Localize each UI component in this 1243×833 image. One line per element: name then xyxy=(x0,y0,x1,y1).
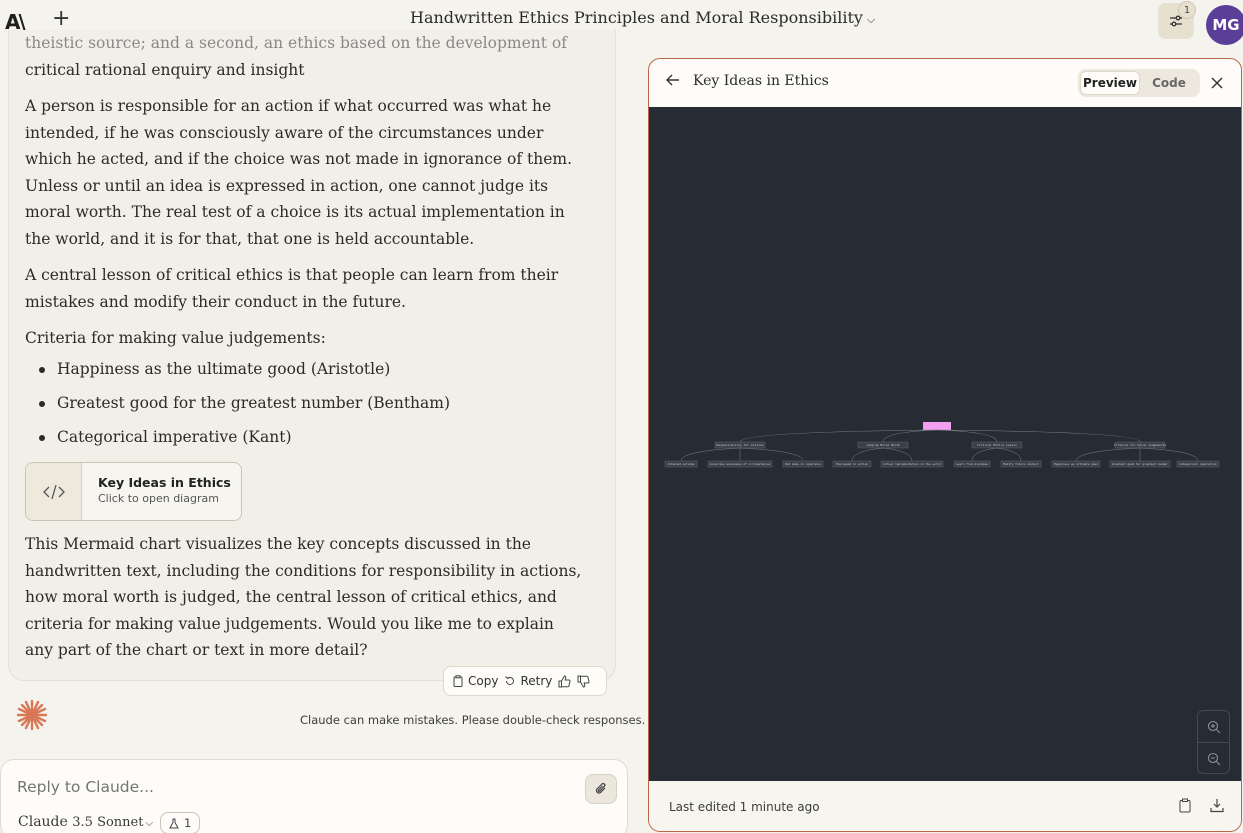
chevron-down-icon: ⌵ xyxy=(145,818,154,829)
leaf-label: Intended outcome xyxy=(668,462,695,466)
assistant-response: theistic source; and a second, an ethics… xyxy=(25,30,585,458)
thumbs-up-button[interactable] xyxy=(558,674,571,688)
edge xyxy=(996,447,1022,462)
list-item: Greatest good for the greatest number (B… xyxy=(25,390,585,417)
settings-count-badge: 1 xyxy=(1178,1,1196,19)
thumbs-up-icon xyxy=(558,674,571,687)
style-chip[interactable]: 1 xyxy=(160,812,201,833)
artifact-name: Key Ideas in Ethics xyxy=(98,475,231,490)
copy-artifact-button[interactable] xyxy=(1178,798,1192,817)
leaf-label: Happiness as ultimate good xyxy=(1054,462,1098,466)
paperclip-icon xyxy=(595,782,606,794)
list-item: Happiness as the ultimate good (Aristotl… xyxy=(25,356,585,383)
model-selector[interactable]: Claude 3.5 Sonnet ⌵ xyxy=(18,814,153,830)
user-avatar[interactable]: MG xyxy=(1206,5,1243,45)
edge xyxy=(882,447,913,462)
edge xyxy=(1075,447,1141,462)
leaf-label: Modify future conduct xyxy=(1003,462,1039,466)
faded-text-line: theistic source; and a second, an ethics… xyxy=(25,34,567,52)
faded-text-line: critical rational enquiry and insight xyxy=(25,60,305,79)
artifact-panel: Key Ideas in Ethics Preview Code Respons… xyxy=(648,58,1242,832)
reply-input[interactable] xyxy=(17,778,517,796)
thumbs-down-icon xyxy=(577,675,590,688)
root-node xyxy=(923,422,951,430)
edge xyxy=(882,429,938,443)
model-name: Claude xyxy=(18,814,68,830)
mermaid-diagram: Responsibility for Actions Intended outco… xyxy=(664,422,1220,468)
claude-logo-icon xyxy=(16,699,48,735)
edge xyxy=(936,429,998,443)
download-button[interactable] xyxy=(1210,798,1224,817)
edge xyxy=(739,429,938,443)
retry-label: Retry xyxy=(520,674,553,688)
download-icon xyxy=(1210,799,1224,813)
reply-box: Claude 3.5 Sonnet⌵ 1 xyxy=(0,759,628,833)
panel-footer: Last edited 1 minute ago xyxy=(649,781,1241,831)
zoom-out-button[interactable] xyxy=(1198,743,1229,774)
leaf-label: Categorical imperative xyxy=(1179,462,1216,466)
leaf-label: Actual implementation in the world xyxy=(883,462,941,466)
summary-paragraph: This Mermaid chart visualizes the key co… xyxy=(25,535,582,659)
flask-icon xyxy=(169,818,179,828)
message-actions: Copy Retry xyxy=(443,666,607,696)
zoom-in-button[interactable] xyxy=(1198,711,1229,742)
edge xyxy=(971,447,998,462)
panel-header: Key Ideas in Ethics Preview Code xyxy=(649,59,1241,107)
list-item: Categorical imperative (Kant) xyxy=(25,424,585,451)
diagram-canvas[interactable]: Responsibility for Actions Intended outco… xyxy=(649,107,1241,781)
zoom-out-icon xyxy=(1207,752,1220,765)
responsibility-paragraph: A person is responsible for an action if… xyxy=(25,97,573,248)
thumbs-down-button[interactable] xyxy=(577,675,590,688)
zoom-controls xyxy=(1197,710,1230,774)
retry-button[interactable]: Retry xyxy=(504,674,552,688)
edge xyxy=(1139,447,1199,462)
code-icon xyxy=(26,463,82,520)
criteria-heading: Criteria for making value judgements: xyxy=(25,329,326,347)
view-toggle: Preview Code xyxy=(1078,69,1200,97)
branch-label: Responsibility for Actions xyxy=(717,443,764,447)
copy-button[interactable]: Copy xyxy=(452,674,498,688)
chip-count: 1 xyxy=(184,816,192,830)
chevron-down-icon: ⌵ xyxy=(866,13,876,26)
last-edited-text: Last edited 1 minute ago xyxy=(669,800,820,814)
tab-preview[interactable]: Preview xyxy=(1080,71,1140,95)
artifact-subtitle: Click to open diagram xyxy=(98,492,219,505)
copy-label: Copy xyxy=(468,674,499,688)
edge xyxy=(680,447,741,462)
model-version: 3.5 Sonnet xyxy=(72,815,144,830)
edge xyxy=(851,447,884,462)
panel-title: Key Ideas in Ethics xyxy=(693,73,829,89)
retry-icon xyxy=(505,676,515,685)
chat-message: theistic source; and a second, an ethics… xyxy=(8,30,616,681)
close-icon[interactable] xyxy=(1210,75,1224,94)
branch-label: Critical Ethics Lesson xyxy=(977,443,1017,447)
clipboard-icon xyxy=(453,675,463,687)
tab-code[interactable]: Code xyxy=(1140,71,1198,95)
conversation-title-text: Handwritten Ethics Principles and Moral … xyxy=(410,8,863,27)
zoom-in-icon xyxy=(1207,720,1220,733)
disclaimer-text: Claude can make mistakes. Please double-… xyxy=(300,713,646,727)
clipboard-icon xyxy=(1179,798,1191,813)
edge xyxy=(739,447,804,462)
leaf-label: Learn from mistakes xyxy=(956,462,988,466)
conversation-title[interactable]: Handwritten Ethics Principles and Moral … xyxy=(410,8,875,27)
attach-button[interactable] xyxy=(585,774,617,804)
leaf-label: Greatest good for greatest number xyxy=(1112,462,1168,466)
leaf-label: Conscious awareness of circumstances xyxy=(710,462,771,466)
criteria-list: Happiness as the ultimate good (Aristotl… xyxy=(25,356,585,451)
leaf-label: Not made in ignorance xyxy=(785,462,821,466)
back-arrow-icon[interactable] xyxy=(665,72,681,92)
branch-label: Criteria for Value Judgements xyxy=(1114,443,1167,447)
artifact-card[interactable]: Key Ideas in Ethics Click to open diagra… xyxy=(25,462,242,521)
lesson-paragraph: A central lesson of critical ethics is t… xyxy=(25,266,559,311)
leaf-label: Expressed in action xyxy=(836,462,868,466)
new-chat-button[interactable]: + xyxy=(52,8,70,30)
branch-label: Judging Moral Worth xyxy=(866,443,901,447)
